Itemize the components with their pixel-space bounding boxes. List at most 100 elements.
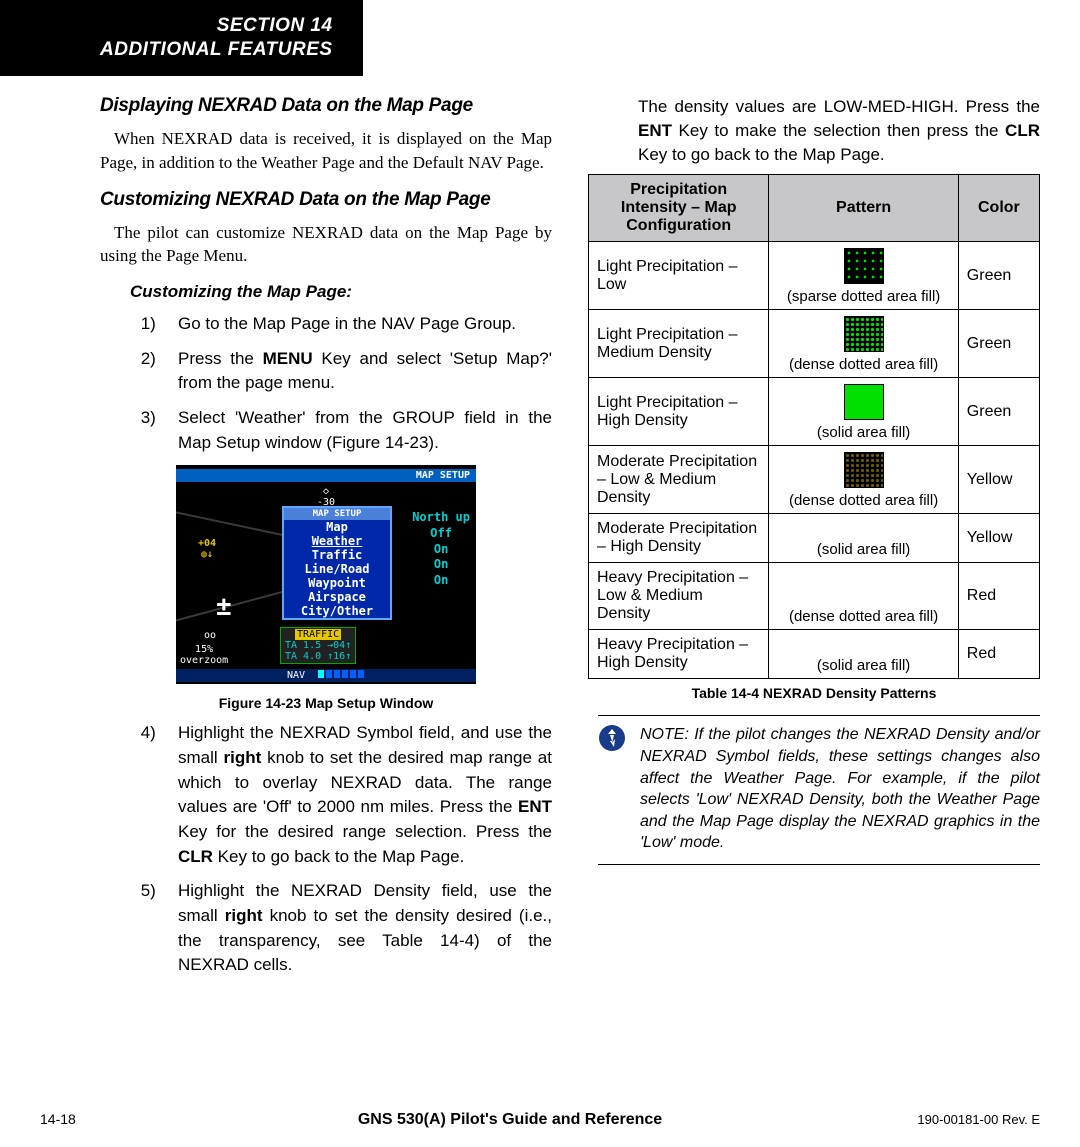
pattern-label: (dense dotted area fill) [773, 356, 953, 373]
popup-title: MAP SETUP [284, 508, 390, 520]
key-ent: ENT [518, 797, 552, 816]
page-number: 14-18 [40, 1111, 160, 1127]
cell-pattern: (dense dotted area fill) [769, 563, 958, 630]
left-column: Displaying NEXRAD Data on the Map Page W… [100, 95, 552, 988]
nav-bar: NAV [176, 669, 476, 682]
right-option: North up [412, 510, 470, 526]
footer-rev: 190-00181-00 Rev. E [860, 1112, 1040, 1127]
cell-color: Red [958, 630, 1039, 679]
pattern-label: (dense dotted area fill) [773, 608, 953, 625]
cell-intensity: Moderate Precipitation – High Density [589, 514, 769, 563]
table-caption: Table 14-4 NEXRAD Density Patterns [588, 685, 1040, 701]
key-right: right [224, 748, 262, 767]
key-menu: MENU [263, 349, 313, 368]
pattern-swatch [844, 316, 884, 352]
heading-customizing: Customizing NEXRAD Data on the Map Page [100, 189, 552, 211]
cell-color: Green [958, 242, 1039, 310]
right-option: On [412, 573, 470, 589]
section-header: SECTION 14 ADDITIONAL FEATURES [0, 0, 363, 76]
cell-intensity: Moderate Precipitation – Low & Medium De… [589, 446, 769, 514]
cell-pattern: (solid area fill) [769, 630, 958, 679]
th-color: Color [958, 175, 1039, 242]
oo-label: oo [204, 630, 216, 641]
step-3: Select 'Weather' from the GROUP field in… [170, 406, 552, 455]
pattern-label: (sparse dotted area fill) [773, 288, 953, 305]
pattern-label: (dense dotted area fill) [773, 492, 953, 509]
nexrad-table: Precipitation Intensity – Map Configurat… [588, 174, 1040, 679]
section-title: ADDITIONAL FEATURES [100, 38, 333, 62]
popup-item: Traffic [284, 548, 390, 562]
para-p2: The pilot can customize NEXRAD data on t… [100, 221, 552, 269]
right-lead: The density values are LOW-MED-HIGH. Pre… [638, 95, 1040, 166]
steps-list: Go to the Map Page in the NAV Page Group… [100, 312, 552, 455]
th-intensity: Precipitation Intensity – Map Configurat… [589, 175, 769, 242]
table-row: Heavy Precipitation – High Density(solid… [589, 630, 1040, 679]
key-right-2: right [225, 906, 263, 925]
cell-intensity: Light Precipitation – High Density [589, 378, 769, 446]
footer-title: GNS 530(A) Pilot's Guide and Reference [160, 1111, 860, 1129]
cell-color: Green [958, 310, 1039, 378]
table-row: Light Precipitation – Low(sparse dotted … [589, 242, 1040, 310]
right-option: On [412, 557, 470, 573]
pattern-label: (solid area fill) [773, 541, 953, 558]
pattern-label: (solid area fill) [773, 657, 953, 674]
popup-item: Map [284, 520, 390, 534]
figure-caption: Figure 14-23 Map Setup Window [100, 695, 552, 711]
table-row: Moderate Precipitation – High Density(so… [589, 514, 1040, 563]
cell-pattern: (solid area fill) [769, 378, 958, 446]
cell-intensity: Heavy Precipitation – Low & Medium Densi… [589, 563, 769, 630]
right-option: On [412, 542, 470, 558]
traffic-box: TRAFFIC TA 1.5 →04↑ TA 4.0 ↑16↑ [280, 627, 356, 664]
table-row: Light Precipitation – High Density(solid… [589, 378, 1040, 446]
key-clr: CLR [178, 847, 213, 866]
pattern-swatch [844, 452, 884, 488]
key-clr-2: CLR [1005, 121, 1040, 140]
plus-icon: ± [216, 592, 232, 622]
page: SECTION 14 ADDITIONAL FEATURES Displayin… [0, 0, 1080, 1147]
cell-pattern: (dense dotted area fill) [769, 310, 958, 378]
step-2: Press the MENU Key and select 'Setup Map… [170, 347, 552, 396]
th-pattern: Pattern [769, 175, 958, 242]
popup-item: Line/Road [284, 562, 390, 576]
procedure-heading: Customizing the Map Page: [130, 282, 552, 302]
heading-displaying: Displaying NEXRAD Data on the Map Page [100, 95, 552, 117]
cell-intensity: Heavy Precipitation – High Density [589, 630, 769, 679]
cell-color: Green [958, 378, 1039, 446]
pattern-swatch [844, 248, 884, 284]
map-setup-popup: MAP SETUP MapWeatherTrafficLine/RoadWayp… [282, 506, 392, 620]
device-screenshot: MAP SETUP ◇ -30 +04◍↓ ± oo [176, 465, 476, 684]
popup-item: Airspace [284, 590, 390, 604]
cell-pattern: (sparse dotted area fill) [769, 242, 958, 310]
popup-item: Weather [284, 534, 390, 548]
footer: 14-18 GNS 530(A) Pilot's Guide and Refer… [40, 1111, 1040, 1129]
cell-pattern: (solid area fill) [769, 514, 958, 563]
device-title: MAP SETUP [176, 469, 476, 482]
compass-icon: ◇ -30 [317, 486, 335, 508]
note-icon [598, 724, 628, 854]
para-p1: When NEXRAD data is received, it is disp… [100, 127, 552, 175]
steps-list-cont: Highlight the NEXRAD Symbol field, and u… [100, 721, 552, 977]
cell-intensity: Light Precipitation – Low [589, 242, 769, 310]
right-column: The density values are LOW-MED-HIGH. Pre… [588, 95, 1040, 988]
table-row: Heavy Precipitation – Low & Medium Densi… [589, 563, 1040, 630]
popup-item: Waypoint [284, 576, 390, 590]
pattern-label: (solid area fill) [773, 424, 953, 441]
key-ent-2: ENT [638, 121, 672, 140]
popup-item: City/Other [284, 604, 390, 618]
cell-intensity: Light Precipitation – Medium Density [589, 310, 769, 378]
cell-color: Red [958, 563, 1039, 630]
right-options: North upOffOnOnOn [412, 510, 470, 588]
section-number: SECTION 14 [100, 14, 333, 38]
step-1: Go to the Map Page in the NAV Page Group… [170, 312, 552, 337]
zoom-label: 15%overzoom [180, 644, 228, 666]
note-block: NOTE: If the pilot changes the NEXRAD De… [598, 715, 1040, 865]
step-4: Highlight the NEXRAD Symbol field, and u… [170, 721, 552, 869]
step-5: Highlight the NEXRAD Density field, use … [170, 879, 552, 978]
right-option: Off [412, 526, 470, 542]
table-row: Moderate Precipitation – Low & Medium De… [589, 446, 1040, 514]
note-text: NOTE: If the pilot changes the NEXRAD De… [640, 724, 1040, 854]
cell-color: Yellow [958, 446, 1039, 514]
table-row: Light Precipitation – Medium Density(den… [589, 310, 1040, 378]
figure-14-23: MAP SETUP ◇ -30 +04◍↓ ± oo [100, 465, 552, 687]
cell-pattern: (dense dotted area fill) [769, 446, 958, 514]
